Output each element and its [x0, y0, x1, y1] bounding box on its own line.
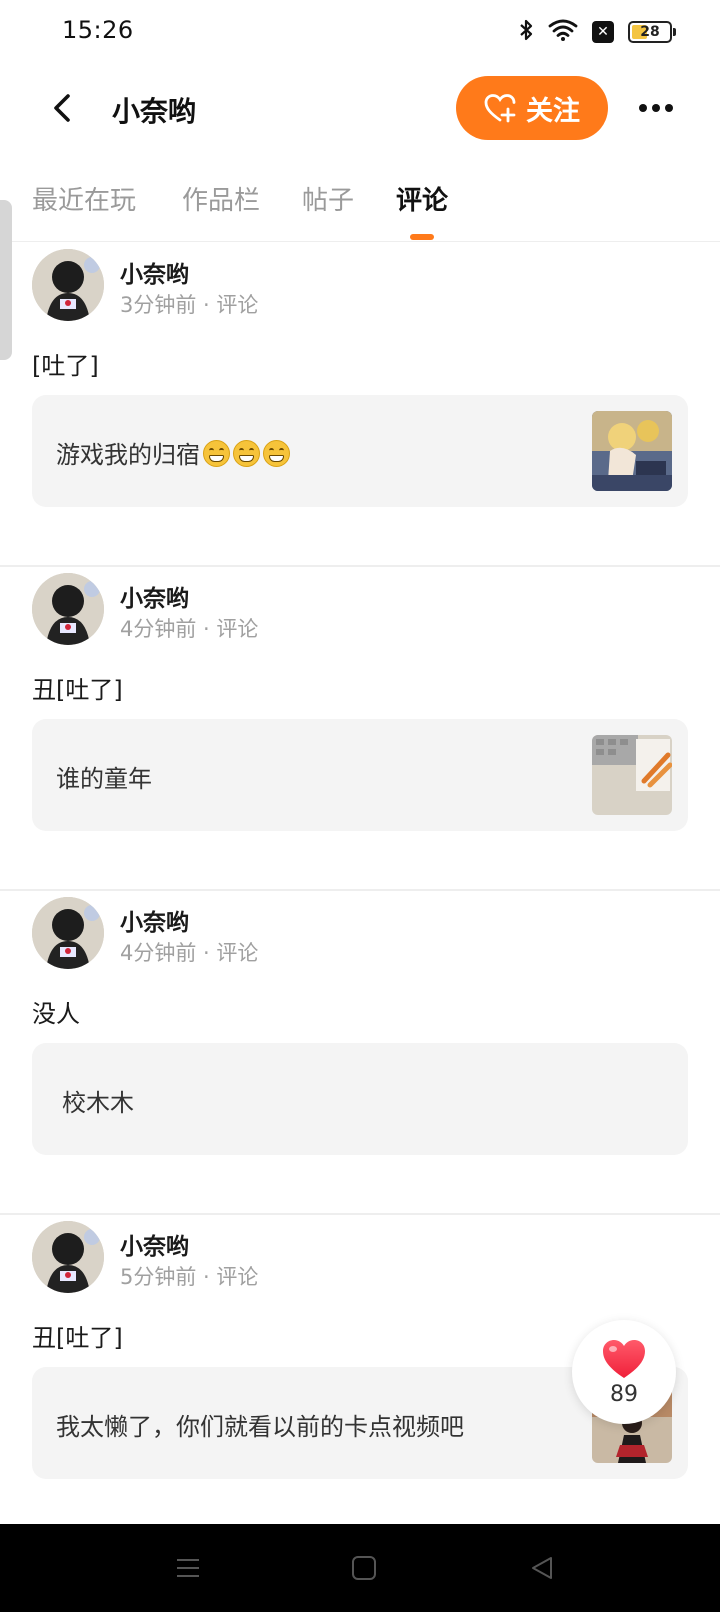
- menu-icon: [177, 1559, 199, 1577]
- comment-type: 评论: [216, 941, 259, 965]
- status-time: 15:26: [62, 16, 134, 44]
- recent-apps-button[interactable]: [172, 1552, 204, 1584]
- home-button[interactable]: [348, 1552, 380, 1584]
- avatar[interactable]: [32, 249, 104, 321]
- like-float-button[interactable]: 89: [572, 1320, 676, 1424]
- comment-type: 评论: [216, 293, 259, 317]
- battery-icon: 28: [628, 21, 676, 43]
- heart-icon: [603, 1339, 645, 1378]
- meta-separator: ·: [196, 293, 217, 317]
- follow-button[interactable]: 关注: [456, 76, 608, 140]
- comment-text: 丑[吐了]: [32, 676, 123, 704]
- comment-meta: 3分钟前 · 评论: [120, 289, 258, 319]
- quoted-post-card[interactable]: 游戏我的归宿: [32, 395, 688, 507]
- like-count: 89: [610, 1381, 638, 1407]
- wifi-icon: [548, 18, 578, 46]
- follow-label: 关注: [526, 95, 580, 127]
- more-dot-icon: [639, 104, 647, 112]
- comment-meta: 4分钟前 · 评论: [120, 937, 258, 967]
- quoted-post-title: 谁的童年: [56, 765, 152, 793]
- more-dot-icon: [665, 104, 673, 112]
- heart-plus-icon: [484, 94, 516, 123]
- comment-author: 小奈哟: [120, 262, 189, 288]
- comment-author: 小奈哟: [120, 1234, 189, 1260]
- home-square-icon: [352, 1556, 376, 1580]
- avatar[interactable]: [32, 573, 104, 645]
- active-tab-indicator: [410, 234, 434, 240]
- profile-tabs: 最近在玩 作品栏 帖子 评论: [0, 170, 720, 242]
- comment-time: 4分钟前: [120, 941, 197, 965]
- tab-comments[interactable]: 评论: [396, 180, 448, 217]
- quoted-post-text: 游戏我的归宿: [56, 435, 290, 470]
- comment-time: 4分钟前: [120, 617, 197, 641]
- grin-emoji-icon: [263, 440, 290, 467]
- comment-meta: 4分钟前 · 评论: [120, 613, 258, 643]
- quoted-post-thumbnail: [592, 411, 672, 491]
- status-bar: 15:26 ✕ 28: [0, 0, 720, 66]
- tab-recently-played[interactable]: 最近在玩: [32, 180, 136, 217]
- comment-meta: 5分钟前 · 评论: [120, 1261, 258, 1291]
- tab-works[interactable]: 作品栏: [182, 180, 260, 217]
- back-triangle-icon: [532, 1557, 552, 1579]
- grin-emoji-icon: [203, 440, 230, 467]
- grin-emoji-icon: [233, 440, 260, 467]
- comment-item[interactable]: 小奈哟 4分钟前 · 评论 没人 校木木: [0, 891, 720, 1215]
- comment-type: 评论: [216, 617, 259, 641]
- comment-text: [吐了]: [32, 352, 99, 380]
- comment-text: 没人: [32, 1000, 80, 1028]
- more-options-button[interactable]: [634, 88, 678, 128]
- chevron-left-icon: [54, 94, 70, 122]
- back-nav-button[interactable]: [526, 1552, 558, 1584]
- quoted-post-title: 游戏我的归宿: [56, 441, 200, 469]
- quoted-post-title: 校木木: [62, 1089, 134, 1117]
- meta-separator: ·: [196, 1265, 217, 1289]
- system-nav-bar: [0, 1524, 720, 1612]
- comment-text: 丑[吐了]: [32, 1324, 123, 1352]
- comment-type: 评论: [216, 1265, 259, 1289]
- comment-time: 3分钟前: [120, 293, 197, 317]
- comment-item[interactable]: 小奈哟 3分钟前 · 评论 [吐了] 游戏我的归宿: [0, 243, 720, 567]
- tab-posts[interactable]: 帖子: [302, 180, 354, 217]
- status-icons: ✕ 28: [518, 18, 676, 46]
- back-button[interactable]: [42, 86, 82, 130]
- meta-separator: ·: [196, 617, 217, 641]
- quoted-post-card[interactable]: 校木木: [32, 1043, 688, 1155]
- battery-level: 28: [640, 24, 660, 40]
- avatar[interactable]: [32, 897, 104, 969]
- avatar[interactable]: [32, 1221, 104, 1293]
- quoted-post-card[interactable]: 谁的童年: [32, 719, 688, 831]
- comment-author: 小奈哟: [120, 586, 189, 612]
- bluetooth-icon: [518, 18, 534, 46]
- quoted-post-title: 我太懒了，你们就看以前的卡点视频吧: [56, 1413, 464, 1441]
- comment-time: 5分钟前: [120, 1265, 197, 1289]
- profile-header: 小奈哟 关注: [0, 70, 720, 148]
- comment-author: 小奈哟: [120, 910, 189, 936]
- meta-separator: ·: [196, 941, 217, 965]
- comment-item[interactable]: 小奈哟 4分钟前 · 评论 丑[吐了] 谁的童年: [0, 567, 720, 891]
- more-dot-icon: [652, 104, 660, 112]
- notification-x-icon: ✕: [592, 21, 614, 43]
- quoted-post-thumbnail: [592, 735, 672, 815]
- page-title: 小奈哟: [112, 95, 197, 128]
